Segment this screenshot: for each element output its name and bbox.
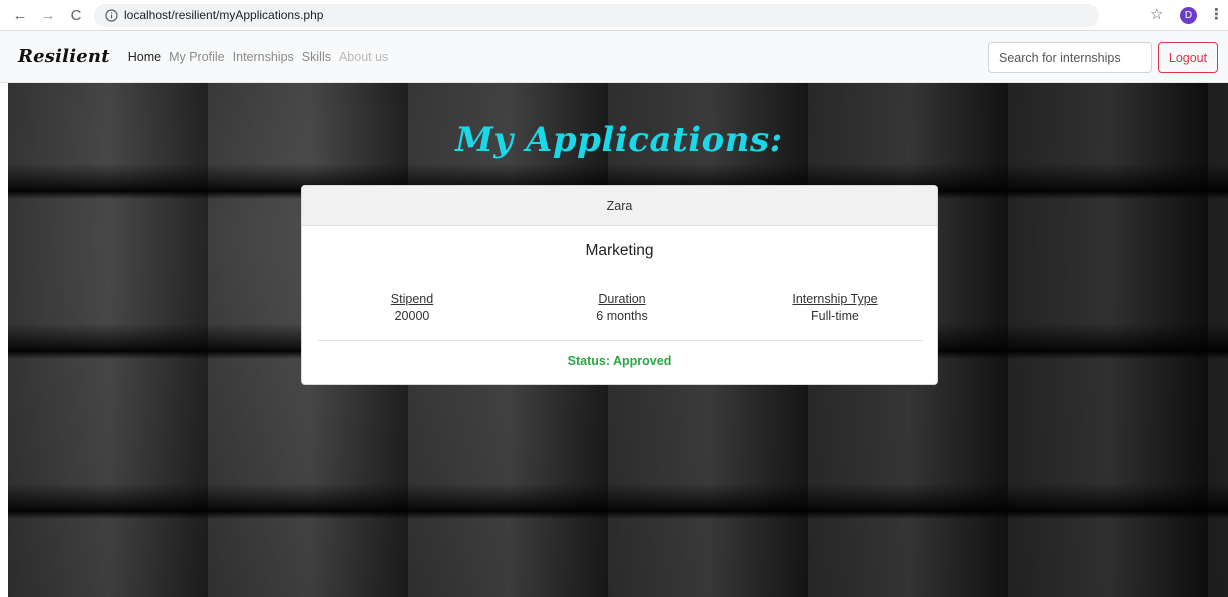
duration-label: Duration <box>598 292 646 306</box>
nav-link-skills[interactable]: Skills <box>302 50 331 64</box>
internship-role: Marketing <box>585 242 654 259</box>
url-text: localhost/resilient/myApplications.php <box>124 8 324 22</box>
nav-link-about-us[interactable]: About us <box>339 50 388 64</box>
nav-link-internships[interactable]: Internships <box>233 50 294 64</box>
stipend-label: Stipend <box>390 292 434 306</box>
status-text: Status: Approved <box>567 354 672 368</box>
info-icon <box>104 8 118 22</box>
internship-type-field: Internship Type Full-time <box>755 292 915 323</box>
duration-field: Duration 6 months <box>542 292 702 323</box>
internship-type-value: Full-time <box>811 309 859 323</box>
nav-link-my-profile[interactable]: My Profile <box>169 50 225 64</box>
brand-logo[interactable]: Resilient <box>18 46 110 67</box>
menu-kebab-icon[interactable]: ⋮ <box>1209 6 1224 24</box>
back-arrow-icon[interactable]: ← <box>8 3 32 27</box>
app-navbar: Resilient Home My Profile Internships Sk… <box>0 31 1228 83</box>
application-card: Zara Marketing Stipend 20000 Duration 6 … <box>301 185 938 385</box>
search-input[interactable]: Search for internships <box>988 42 1152 73</box>
stipend-value: 20000 <box>394 309 430 323</box>
logout-button[interactable]: Logout <box>1158 42 1218 73</box>
page-title: My Applications: <box>455 120 783 160</box>
application-details: Stipend 20000 Duration 6 months Internsh… <box>302 292 937 332</box>
card-divider <box>318 340 923 341</box>
browser-toolbar: ← → C localhost/resilient/myApplications… <box>0 0 1228 31</box>
internship-type-label: Internship Type <box>792 292 878 306</box>
duration-value: 6 months <box>596 309 648 323</box>
stipend-field: Stipend 20000 <box>332 292 492 323</box>
company-name: Zara <box>302 186 937 226</box>
address-bar[interactable]: localhost/resilient/myApplications.php <box>94 3 1099 27</box>
profile-avatar[interactable]: D <box>1180 7 1197 24</box>
nav-links: Home My Profile Internships Skills About… <box>128 50 397 64</box>
forward-arrow-icon[interactable]: → <box>36 3 60 27</box>
reload-icon[interactable]: C <box>64 3 88 27</box>
bookmark-star-icon[interactable]: ☆ <box>1150 7 1163 23</box>
nav-link-home[interactable]: Home <box>128 50 161 64</box>
